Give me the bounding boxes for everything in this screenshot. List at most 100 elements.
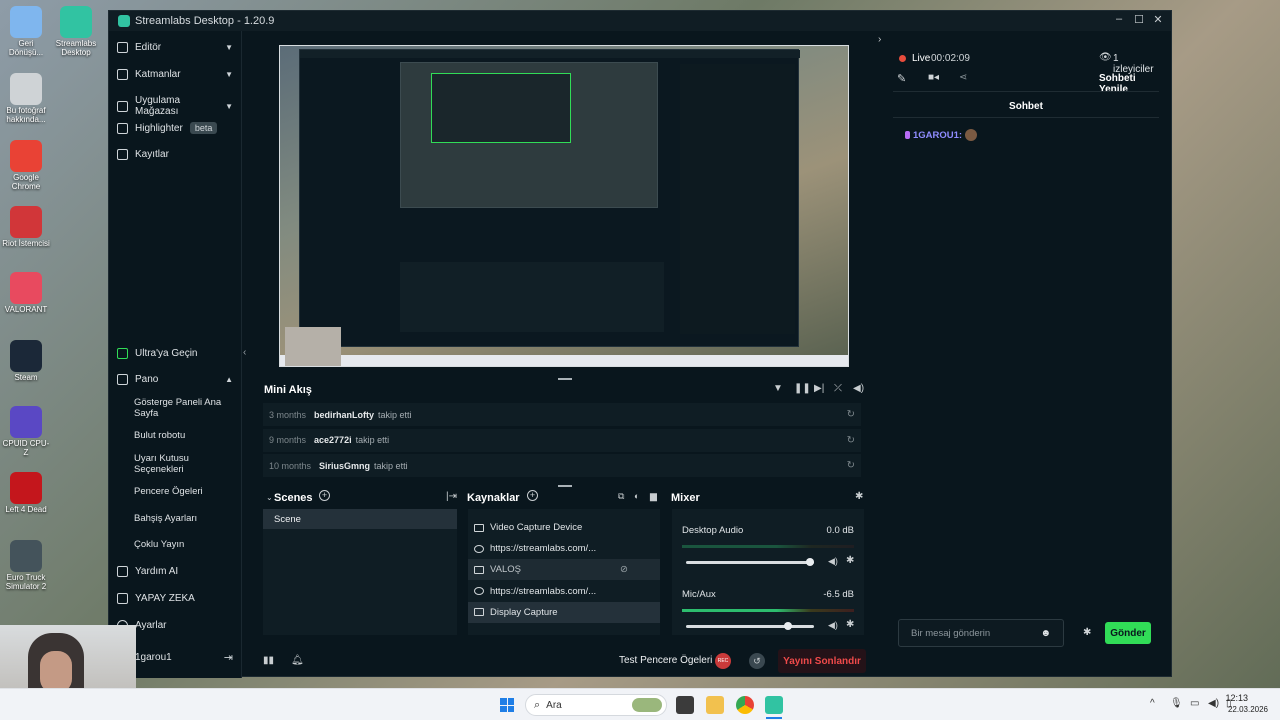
slider-knob[interactable] [784,622,793,630]
chevron-down-icon: ▼ [225,70,233,79]
sources-header: Kaynaklar + ⧉ ◐ ▆ [466,487,662,509]
tray-chevron-icon[interactable]: ^ [1150,698,1155,709]
help-icon [117,566,128,577]
chat-settings-icon[interactable]: ✱ [1083,627,1091,638]
desktop-icon[interactable]: Left 4 Dead [2,472,50,515]
file-explorer-icon[interactable] [706,696,724,714]
edit-stream-icon[interactable]: ✎ [897,72,906,85]
viewers-icon: 👁︎ [1099,52,1112,63]
sidebar-item-layers[interactable]: Katmanlar ▼ [117,69,233,80]
folder-icon[interactable]: ▆ [650,491,657,502]
feed-user: SiriusGmng [319,460,371,471]
sidebar-item-app-store[interactable]: Uygulama Mağazası ▼ [117,95,233,117]
chat-input[interactable]: Bir mesaj gönderin ☻ [898,619,1064,647]
feed-action: takip etti [374,460,408,471]
desktop-icon[interactable]: Geri Dönüşü... [2,6,50,58]
bell-icon[interactable]: 🔔︎ [291,655,304,666]
sidebar: Editör ▼ Katmanlar ▼ Uygulama Mağazası ▼ Hi… [109,31,246,678]
sidebar-item-ultra[interactable]: Ultra'ya Geçin [117,348,233,359]
desktop-icon[interactable]: Bu fotoğraf hakkında... [2,73,50,125]
add-scene-icon[interactable]: + [319,490,330,501]
desktop-icon[interactable]: Steam [2,340,50,383]
sidebar-item-dashboard[interactable]: Pano ▲ [117,374,233,385]
maximize-icon[interactable]: ☐ [1129,13,1149,26]
scene-transitions-icon[interactable]: |⇥ [446,491,457,502]
source-item[interactable]: https://streamlabs.com/... [468,581,660,602]
close-icon[interactable]: ✕ [1148,13,1168,26]
gear-icon[interactable]: ✱ [855,491,863,502]
replay-alert-icon[interactable]: ↻ [847,460,855,471]
desktop-icon[interactable]: Google Chrome [2,140,50,192]
share-icon[interactable]: ⋖ [959,72,967,83]
end-stream-button[interactable]: Yayını Sonlandır [778,649,866,673]
logout-icon[interactable]: ⇥ [224,651,233,664]
volume-slider[interactable] [686,558,815,566]
skip-icon[interactable]: ▶| [814,383,824,394]
desktop-icon-label: Streamlabs Desktop [55,39,97,57]
add-source-icon[interactable]: + [527,490,538,501]
stream-preview[interactable] [279,45,849,367]
windows-start-icon[interactable] [498,696,516,714]
webcam-face [40,651,72,693]
sidebar-item-recordings[interactable]: Kayıtlar [117,149,233,160]
test-widgets-button[interactable]: Test Pencere Ögeleri [619,655,712,666]
chrome-taskbar-icon[interactable] [736,696,754,714]
desktop-icon-label: Bu fotoğraf hakkında... [6,106,46,124]
globe-icon [474,544,484,553]
collapse-sidebar-icon[interactable]: ‹ [243,347,246,358]
mini-feed-title: Mini Akış [264,384,312,396]
desktop-icon[interactable]: Streamlabs Desktop [52,6,100,58]
expand-chat-icon[interactable]: › [878,34,881,45]
pause-icon[interactable]: ❚❚ [794,383,811,394]
source-link-icon[interactable]: ⧉ [618,491,624,502]
source-item[interactable]: https://streamlabs.com/... [468,538,660,559]
record-button[interactable]: REC [715,653,731,669]
minimize-icon[interactable]: – [1109,13,1129,25]
sidebar-item-help-ai[interactable]: Yardım AI [117,566,233,577]
eye-icon [474,565,484,574]
desktop-icon[interactable]: Riot İstemcisi [2,206,50,249]
microphone-icon[interactable]: 🎙︎ [1170,698,1183,709]
volume-icon[interactable]: ◀) [853,383,864,394]
dashboard-submenu-item[interactable]: Gösterge Paneli Ana Sayfa [134,397,234,420]
replay-buffer-icon[interactable]: ↺ [749,653,765,669]
dashboard-submenu-item[interactable]: Pencere Ögeleri [134,486,234,498]
source-item[interactable]: Video Capture Device [468,517,660,538]
emoji-icon[interactable]: ☻ [1040,628,1051,639]
desktop-icon[interactable]: Euro Truck Simulator 2 [2,540,50,592]
network-icon[interactable]: ▭ [1190,698,1199,709]
video-camera-icon[interactable]: ■◂ [928,72,939,83]
dashboard-submenu-item[interactable]: Çoklu Yayın [134,539,234,551]
slider-knob[interactable] [806,558,815,566]
dashboard-submenu-item[interactable]: Bulut robotu [134,430,234,442]
stats-icon[interactable]: ▮▮ [263,655,274,666]
dashboard-submenu-item[interactable]: Bahşiş Ayarları [134,513,234,525]
clock-date[interactable]: 22.03.2026 [1218,705,1268,714]
hidden-eye-icon[interactable]: ⊘ [620,564,628,575]
send-button[interactable]: Gönder [1105,622,1151,644]
desktop-icon[interactable]: CPUID CPU-Z [2,406,50,458]
mute-icon[interactable]: ◀) [828,556,838,567]
sidebar-item-editor[interactable]: Editör ▼ [117,42,233,53]
mute-alerts-icon[interactable]: ⤫ [834,383,842,394]
mute-icon[interactable]: ◀) [828,620,838,631]
source-item[interactable]: VALOŞ ⊘ [468,559,660,581]
replay-alert-icon[interactable]: ↻ [847,409,855,420]
volume-slider[interactable] [686,622,814,630]
taskbar-search[interactable]: ⌕ Ara [525,694,667,716]
source-item[interactable]: Display Capture [468,601,660,623]
task-view-icon[interactable] [676,696,694,714]
sidebar-item-ai[interactable]: YAPAY ZEKA [117,593,233,604]
chevron-down-icon[interactable]: ⌄ [266,493,273,502]
sidebar-item-highlighter[interactable]: Highlighter beta [117,122,233,134]
clock-time[interactable]: 12:13 [1220,693,1248,703]
visibility-icon[interactable]: ◐ [634,491,639,501]
dashboard-submenu-item[interactable]: Uyarı Kutusu Seçenekleri [134,453,234,476]
gear-icon[interactable]: ✱ [846,555,854,566]
desktop-icon[interactable]: VALORANT [2,272,50,315]
filter-icon[interactable]: ▼ [773,383,783,394]
replay-alert-icon[interactable]: ↻ [847,435,855,446]
gear-icon[interactable]: ✱ [846,619,854,630]
scene-item[interactable]: Scene [263,509,457,529]
streamlabs-taskbar-icon[interactable] [765,696,783,714]
